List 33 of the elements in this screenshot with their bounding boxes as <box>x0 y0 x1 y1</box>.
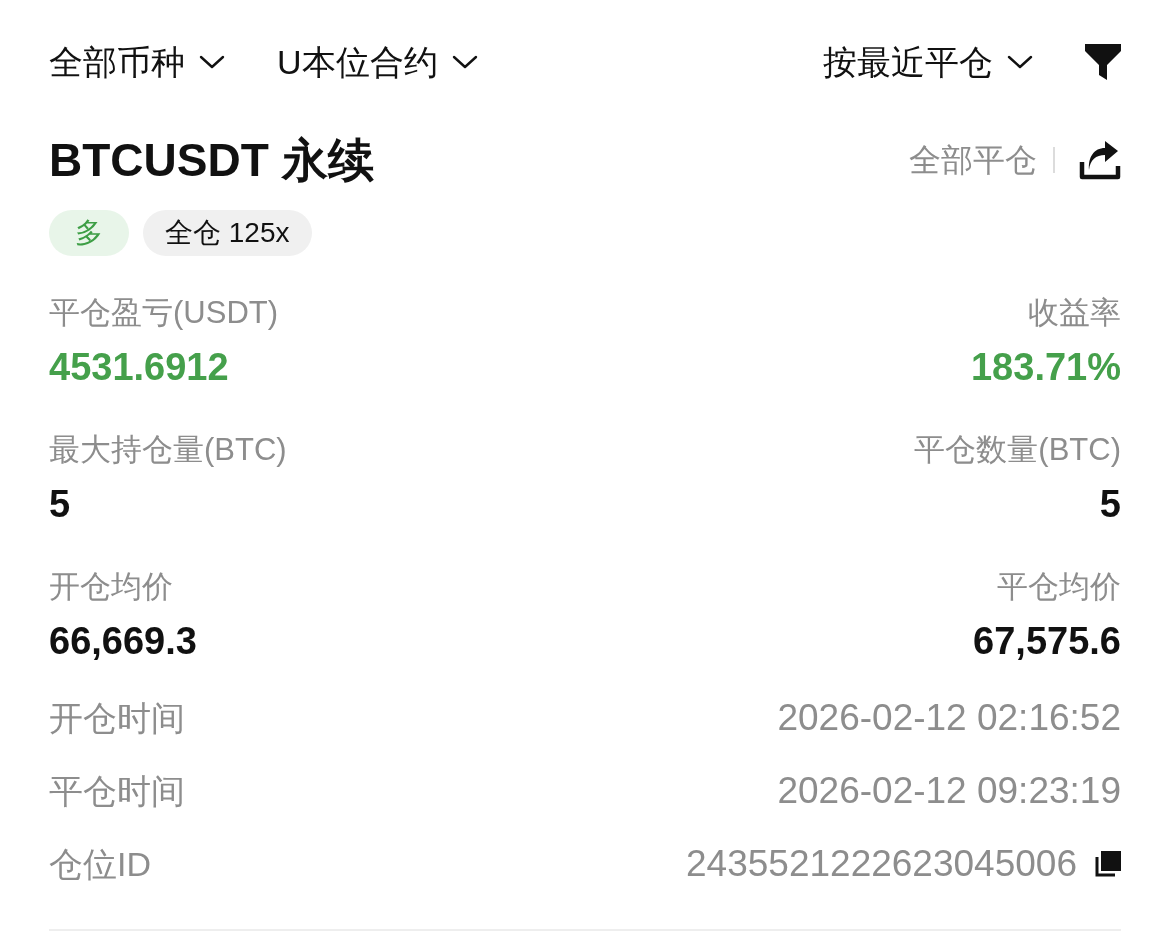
stat-value: 183.71% <box>971 345 1121 390</box>
chevron-down-icon <box>451 54 478 70</box>
stat-value: 4531.6912 <box>49 345 229 390</box>
share-button[interactable] <box>1079 140 1121 180</box>
filter-button[interactable] <box>1085 44 1121 80</box>
stat-label: 平仓均价 <box>997 568 1121 606</box>
share-icon <box>1079 140 1121 180</box>
filter-icon <box>1085 44 1121 80</box>
copy-icon <box>1095 850 1121 877</box>
detail-label: 平仓时间 <box>49 770 185 812</box>
chevron-down-icon <box>1007 54 1033 70</box>
detail-label: 开仓时间 <box>49 697 185 739</box>
stat-label: 开仓均价 <box>49 568 173 606</box>
margin-tag: 全仓 125x <box>143 210 312 256</box>
filter-dropdown[interactable]: U本位合约 <box>277 40 478 84</box>
stat-label: 最大持仓量(BTC) <box>49 431 287 469</box>
side-tag: 多 <box>49 210 129 256</box>
stat-value: 5 <box>1099 482 1121 527</box>
stat-value: 67,575.6 <box>973 619 1121 664</box>
copy-button[interactable] <box>1095 850 1121 877</box>
stat-value: 5 <box>49 482 71 527</box>
detail-label: 仓位ID <box>49 843 151 885</box>
stat-value: 66,669.3 <box>49 619 197 664</box>
sort-dropdown[interactable]: 按最近平仓 <box>823 40 1033 84</box>
stat-label: 收益率 <box>1028 294 1121 332</box>
detail-value: 2026-02-12 02:16:52 <box>777 695 1121 740</box>
stat-label: 平仓数量(BTC) <box>914 431 1121 469</box>
position-symbol: BTCUSDT 永续 <box>49 133 374 188</box>
detail-value: 2026-02-12 09:23:19 <box>777 768 1121 813</box>
chevron-down-icon <box>199 54 225 70</box>
detail-value: 2435521222623045006 <box>686 841 1077 886</box>
stat-label: 平仓盈亏(USDT) <box>49 294 279 332</box>
filter-dropdown[interactable]: 全部币种 <box>49 40 225 84</box>
